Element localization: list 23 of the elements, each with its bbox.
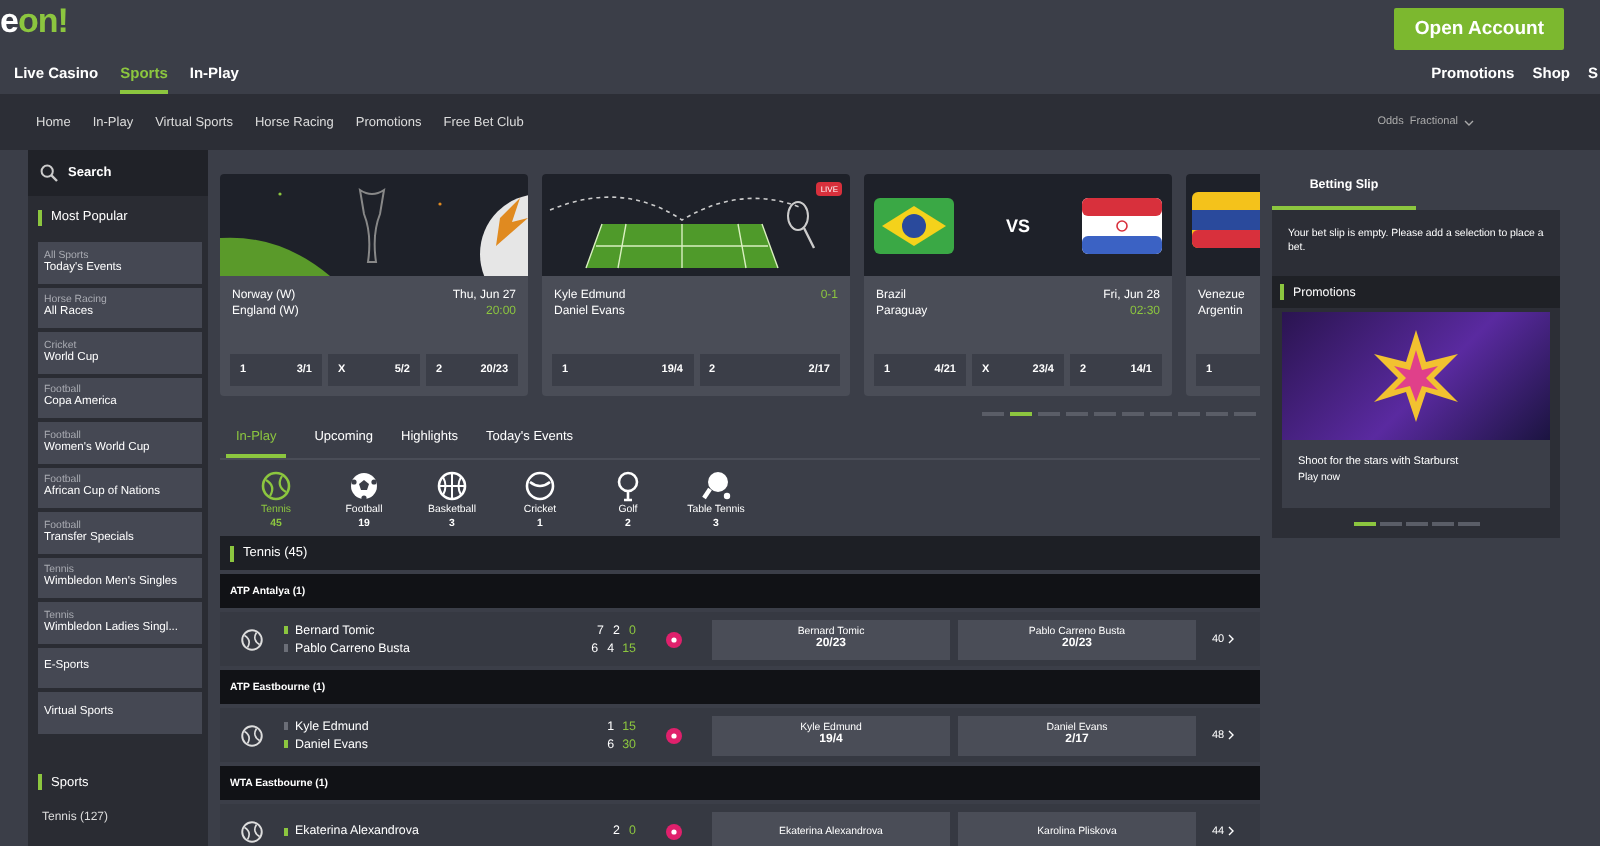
carousel-indicator[interactable] [1353, 522, 1375, 526]
chevron-icon [1228, 634, 1235, 645]
search-icon [40, 164, 58, 182]
live-icon [666, 727, 682, 744]
golf-icon [612, 470, 644, 502]
chevron-icon [1228, 826, 1235, 837]
caret-icon[interactable] [1464, 119, 1474, 125]
flag-icon [874, 197, 954, 253]
live-icon [666, 631, 682, 648]
tennis-icon [260, 470, 292, 502]
tennis-ball-icon [240, 819, 264, 844]
table-tennis-icon [700, 470, 732, 502]
versus-label: VS [1005, 215, 1030, 235]
tennis-ball-icon [240, 627, 264, 652]
chevron-icon [1228, 730, 1235, 741]
live-icon [666, 823, 682, 840]
flag-icon [1192, 192, 1260, 248]
football-icon [348, 470, 380, 502]
basketball-icon [436, 470, 468, 502]
flag-icon [1081, 197, 1162, 253]
tennis-ball-icon [240, 723, 264, 748]
cricket-icon [524, 470, 556, 502]
logo[interactable]: eon! [0, 2, 68, 42]
